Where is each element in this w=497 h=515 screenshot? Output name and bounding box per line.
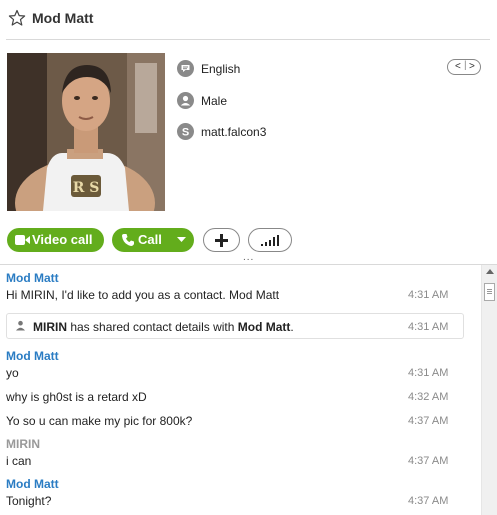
phone-icon bbox=[122, 234, 134, 246]
scrollbar-thumb[interactable] bbox=[484, 283, 495, 301]
message-text: Tonight? bbox=[6, 494, 52, 508]
pager-prev-button[interactable]: < bbox=[455, 61, 461, 73]
pager-next-button[interactable]: > bbox=[469, 61, 475, 73]
video-call-label: Video call bbox=[32, 232, 93, 247]
person-icon bbox=[177, 92, 194, 109]
message-time: 4:31 AM bbox=[408, 289, 449, 301]
message-sender: Mod Matt bbox=[6, 271, 59, 285]
message-time: 4:31 AM bbox=[408, 367, 449, 379]
chevron-down-icon[interactable] bbox=[177, 237, 186, 243]
message-text: Hi MIRIN, I'd like to add you as a conta… bbox=[6, 288, 280, 302]
conversation-header: Mod Matt bbox=[0, 0, 497, 40]
call-quality-button[interactable] bbox=[248, 228, 292, 252]
skype-name-label: matt.falcon3 bbox=[201, 125, 267, 139]
language-label: English bbox=[201, 62, 241, 76]
pager-separator: | bbox=[464, 60, 467, 71]
message-text: i can bbox=[6, 454, 32, 468]
person-icon bbox=[16, 320, 25, 331]
message-text: yo bbox=[6, 366, 19, 380]
notice-text: MIRIN has shared contact details with Mo… bbox=[33, 320, 294, 334]
header-divider bbox=[6, 39, 490, 40]
message-time: 4:37 AM bbox=[408, 495, 449, 507]
message-time: 4:32 AM bbox=[408, 391, 449, 403]
message-text: why is gh0st is a retard xD bbox=[6, 390, 147, 404]
video-camera-icon bbox=[15, 235, 30, 245]
language-icon bbox=[177, 60, 194, 77]
profile-pager: < | > bbox=[447, 59, 481, 75]
call-label: Call bbox=[138, 232, 162, 247]
message-sender: Mod Matt bbox=[6, 477, 59, 491]
chat-divider bbox=[0, 264, 497, 265]
panel-resize-handle[interactable]: ... bbox=[243, 253, 254, 263]
svg-text:R S: R S bbox=[73, 180, 100, 196]
add-button[interactable] bbox=[203, 228, 240, 252]
skype-icon: S bbox=[177, 123, 194, 140]
contact-name-title: Mod Matt bbox=[32, 10, 94, 26]
chat-scrollbar[interactable] bbox=[481, 265, 497, 515]
gender-label: Male bbox=[201, 94, 228, 108]
message-text: Yo so u can make my pic for 800k? bbox=[6, 414, 193, 428]
plus-icon bbox=[215, 234, 228, 247]
svg-text:S: S bbox=[182, 127, 189, 139]
video-call-button[interactable]: Video call bbox=[7, 228, 104, 252]
message-time: 4:37 AM bbox=[408, 415, 449, 427]
favorite-star-icon[interactable] bbox=[8, 9, 26, 27]
contact-avatar: R S bbox=[7, 53, 165, 211]
signal-bars-icon bbox=[261, 235, 279, 246]
message-time: 4:37 AM bbox=[408, 455, 449, 467]
message-sender: MIRIN bbox=[6, 437, 40, 451]
contact-shared-notice: MIRIN has shared contact details with Mo… bbox=[6, 313, 464, 339]
message-sender: Mod Matt bbox=[6, 349, 59, 363]
message-time: 4:31 AM bbox=[408, 321, 449, 333]
call-button[interactable]: Call bbox=[112, 228, 194, 252]
scroll-up-arrow-icon[interactable] bbox=[486, 269, 494, 274]
